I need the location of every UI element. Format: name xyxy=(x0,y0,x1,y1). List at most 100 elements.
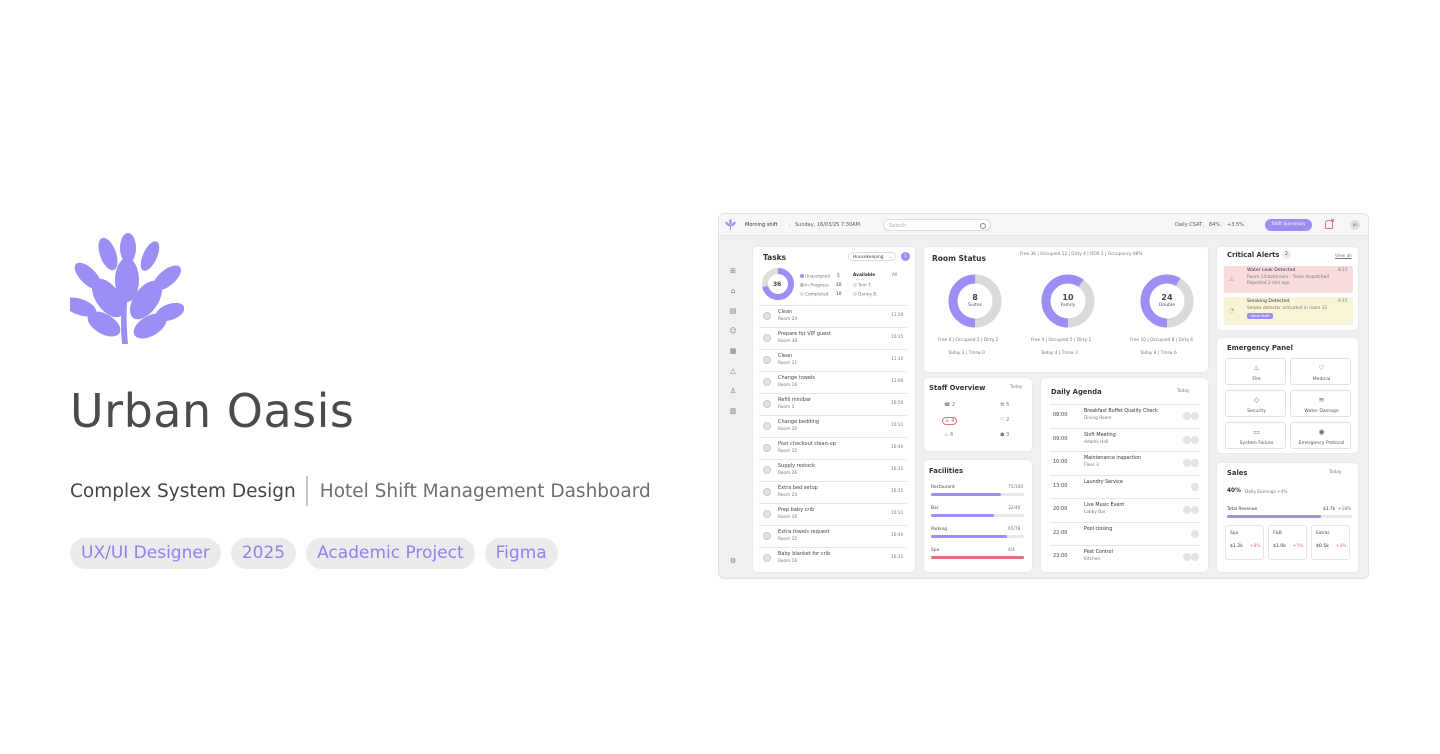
staff-overview-card: Staff Overview Today ☎ 2 ⚒ 5 ♙ 4 ♡ 2 ♨ 6… xyxy=(924,378,1032,451)
row-divider xyxy=(759,305,907,306)
legend-completed-label: Completed xyxy=(805,292,829,298)
ring-footer: Today 8 | Tmrw 6 xyxy=(1140,351,1177,356)
emergency-fire-button[interactable]: ♨ Fire xyxy=(1225,358,1286,385)
agenda-avatar xyxy=(1183,506,1191,514)
emergency-title: Emergency Panel xyxy=(1227,344,1293,352)
legend-unassigned-value: 5 xyxy=(837,274,840,279)
search-input[interactable]: Search xyxy=(883,219,991,231)
row-divider xyxy=(759,459,907,460)
user-icon[interactable]: ♙ xyxy=(728,386,738,396)
agenda-time: 08:00 xyxy=(1053,412,1068,418)
settings-gear-icon[interactable]: ⚙ xyxy=(728,556,738,566)
send-staff-button[interactable]: Send Staff xyxy=(1247,313,1273,319)
tasks-title: Tasks xyxy=(763,253,787,262)
room-status-card: Room Status Free 36 | Occupied 12 | Dirt… xyxy=(924,247,1208,372)
task-avatar xyxy=(763,378,771,386)
task-name: Post checkout clean-up xyxy=(778,441,836,447)
staff-stat-housekeeping: ☎ 2 xyxy=(944,402,956,408)
facility-bar xyxy=(931,514,1024,517)
task-row[interactable]: Extra towels request Room 15 10:40 xyxy=(759,525,907,547)
task-time: 10:50 xyxy=(891,401,904,406)
task-row[interactable]: Baby blanket for crib Room 16 10:11 xyxy=(759,547,907,569)
row-divider xyxy=(759,437,907,438)
emergency-water-button[interactable]: ≋ Water Damage xyxy=(1290,390,1351,417)
ring-label: Family xyxy=(1060,303,1076,308)
alert-body: Smoke detector activated in room 32 xyxy=(1247,306,1328,311)
dashboard-topbar: Morning shift | Sunday, 16/03/25 7:30AM … xyxy=(719,214,1368,236)
emergency-protocol-button[interactable]: ◉ Emergency Protocol xyxy=(1290,422,1351,449)
task-time: 10:11 xyxy=(891,467,904,472)
tasks-filter-select[interactable]: Housekeeping ⌄ xyxy=(848,252,896,261)
row-divider xyxy=(759,393,907,394)
task-name: Prepare for VIP guest xyxy=(778,331,831,337)
ring-label: Double xyxy=(1158,303,1176,308)
critical-alerts-card: Critical Alerts 2 View all ⚠ Water Leak … xyxy=(1217,247,1358,330)
shift-summary-button[interactable]: Shift Summary xyxy=(1265,219,1312,231)
facility-value: 75/100 xyxy=(1008,485,1024,490)
csat-label: Daily CSAT xyxy=(1175,222,1203,228)
ring-value: 24 xyxy=(1161,293,1173,302)
row-divider xyxy=(759,481,907,482)
chart-icon[interactable]: ▥ xyxy=(728,406,738,416)
task-time: 10:40 xyxy=(891,445,904,450)
building-icon[interactable]: ▤ xyxy=(728,306,738,316)
agenda-time: 22:00 xyxy=(1053,529,1068,536)
alert-smoke[interactable]: ◔ Smoking Detected Smoke detector activa… xyxy=(1224,297,1353,325)
sales-column-delta: +5% xyxy=(1293,544,1304,549)
task-row[interactable]: Clean Room 11 11:10 xyxy=(759,349,907,371)
task-row[interactable]: Supply restock Room 26 10:11 xyxy=(759,459,907,481)
agenda-event: Pest Control xyxy=(1084,550,1113,555)
total-revenue-label: Total Revenue xyxy=(1227,507,1258,512)
staff-stat-security: ♡ 2 xyxy=(1000,417,1010,423)
calendar-icon[interactable]: ▦ xyxy=(728,346,738,356)
row-divider xyxy=(759,327,907,328)
task-time: 10:11 xyxy=(891,511,904,516)
task-row[interactable]: Change bedding Room 20 10:11 xyxy=(759,415,907,437)
task-row[interactable]: Change towels Room 16 11:00 xyxy=(759,371,907,393)
alerts-title: Critical Alerts xyxy=(1227,251,1280,259)
ring-label: Suites xyxy=(967,303,983,308)
legend-progress-value: 20 xyxy=(836,283,842,288)
alert-water-leak[interactable]: ⚠ Water Leak Detected Room 14 bathroom -… xyxy=(1224,266,1353,293)
alert-time: 8:15 xyxy=(1338,268,1348,273)
alert-body: Room 14 bathroom - Team dispatched xyxy=(1247,275,1329,280)
agenda-avatar xyxy=(1191,412,1199,420)
available-filter[interactable]: All xyxy=(892,273,897,278)
warning-icon: ⚠ xyxy=(1229,276,1235,283)
avatar[interactable]: JD xyxy=(1350,220,1360,230)
task-row[interactable]: Refill minibar Room 1 10:50 xyxy=(759,393,907,415)
tag-role: UX/UI Designer xyxy=(70,538,221,569)
agenda-avatar xyxy=(1191,482,1199,491)
task-row[interactable]: Post checkout clean-up Room 15 10:40 xyxy=(759,437,907,459)
task-avatar xyxy=(763,334,771,342)
legend-unassigned-label: Unassigned xyxy=(805,274,830,280)
grid-icon[interactable]: ⊞ xyxy=(728,266,738,276)
task-row[interactable]: Prep baby crib Room 16 10:11 xyxy=(759,503,907,525)
task-time: 10:15 xyxy=(891,489,904,494)
facility-bar-fill xyxy=(931,493,1001,496)
medical-icon: ♡ xyxy=(1318,364,1325,372)
staff-filter[interactable]: Today xyxy=(1010,385,1022,390)
task-row[interactable]: Prepare for VIP guest Room 38 10:15 xyxy=(759,327,907,349)
staff-stat-absent: ♙ 4 xyxy=(942,417,958,425)
alerts-view-all-link[interactable]: View all xyxy=(1335,254,1352,259)
task-row[interactable]: Clean Room 24 11:20 xyxy=(759,305,907,327)
emergency-medical-button[interactable]: ♡ Medical xyxy=(1290,358,1351,385)
service-bell-icon[interactable]: △ xyxy=(728,366,738,376)
emergency-system-button[interactable]: ▭ System Failure xyxy=(1225,422,1286,449)
task-name: Clean xyxy=(778,353,793,359)
sales-filter[interactable]: Today xyxy=(1329,470,1341,475)
sales-headline: 40% xyxy=(1227,488,1241,494)
alert-meta: Reported 2 min ago xyxy=(1247,281,1290,286)
emergency-security-button[interactable]: ◇ Security xyxy=(1225,390,1286,417)
task-room: Room 38 xyxy=(778,339,798,344)
sales-column: F&B $1.0k +5% xyxy=(1268,525,1307,560)
task-time: 10:11 xyxy=(891,555,904,560)
task-row[interactable]: Extra bed setup Room 24 10:15 xyxy=(759,481,907,503)
users-icon[interactable]: ☺ xyxy=(728,326,738,336)
bed-icon[interactable]: ⌂ xyxy=(728,286,738,296)
agenda-location: Kitchen xyxy=(1084,557,1101,562)
task-name: Change towels xyxy=(778,375,815,381)
agenda-filter[interactable]: Today xyxy=(1177,389,1189,394)
topbar-divider: | xyxy=(789,222,791,228)
